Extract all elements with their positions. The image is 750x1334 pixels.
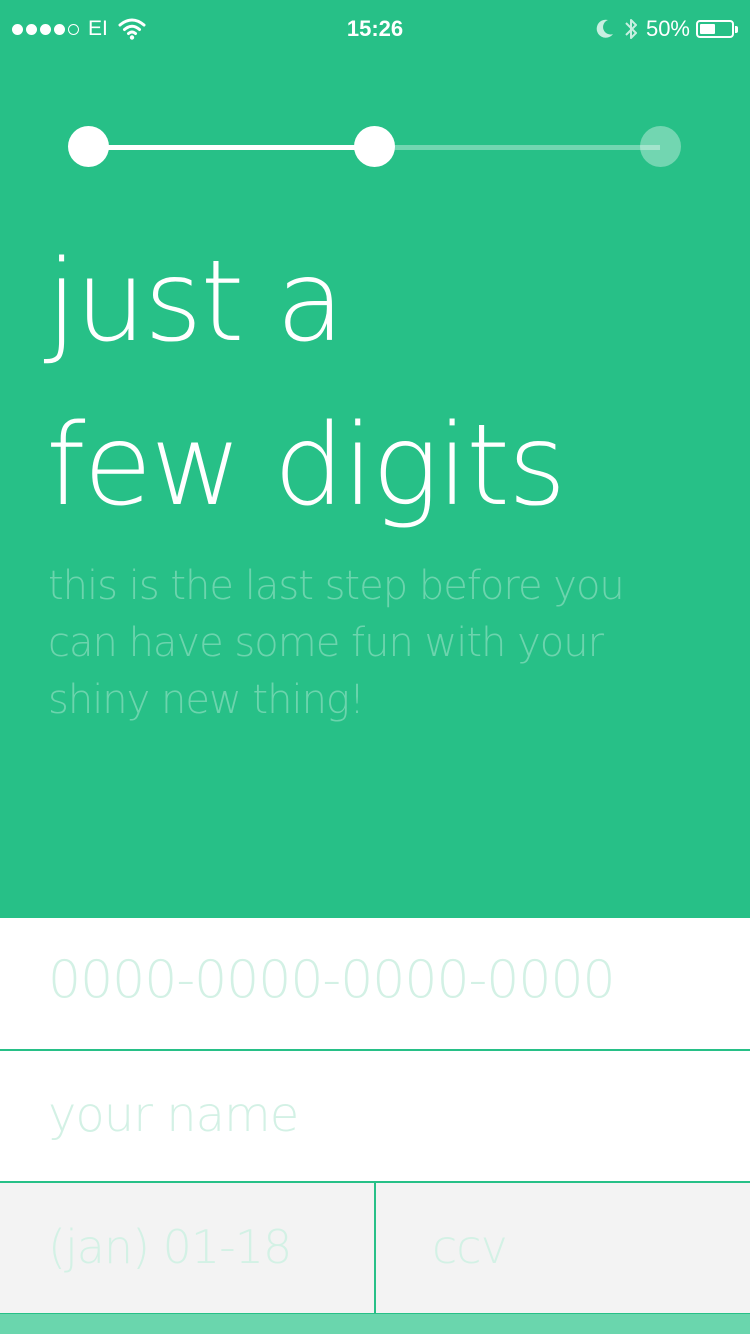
battery-percentage: 50%	[645, 16, 690, 41]
subtitle-line-3: shiny new thing!	[48, 677, 365, 723]
battery-fill	[700, 24, 715, 34]
ccv-input[interactable]: ccv	[376, 1183, 750, 1313]
step-dot	[68, 126, 109, 167]
expiry-input[interactable]: (jan) 01-18	[0, 1183, 374, 1313]
payment-form: 0000-0000-0000-0000 your name (jan) 01-1…	[0, 918, 750, 1334]
moon-icon	[596, 19, 613, 38]
status-right: 50%	[596, 14, 738, 44]
header-panel: EI 15:26 50% just a few digits this is t…	[0, 0, 750, 918]
status-bar: EI 15:26 50%	[0, 0, 750, 56]
progress-track-fill	[88, 145, 374, 150]
battery-icon	[696, 19, 738, 39]
subtitle-line-2: can have some fun with your	[48, 620, 604, 666]
battery-tip	[735, 25, 738, 33]
battery-body	[696, 20, 734, 38]
name-input[interactable]: your name	[0, 1051, 750, 1181]
bluetooth-icon	[625, 19, 637, 39]
step-dot	[640, 126, 681, 167]
card-number-input[interactable]: 0000-0000-0000-0000	[0, 918, 750, 1049]
title-line-1: just a	[46, 237, 345, 367]
page-subtitle: this is the last step before you can hav…	[48, 558, 708, 729]
title-line-2: few digits	[46, 401, 566, 531]
continue-bar[interactable]	[0, 1314, 750, 1334]
progress-stepper	[68, 126, 681, 168]
step-dot	[354, 126, 395, 167]
page-title: just a few digits	[46, 220, 566, 548]
subtitle-line-1: this is the last step before you	[48, 563, 625, 609]
